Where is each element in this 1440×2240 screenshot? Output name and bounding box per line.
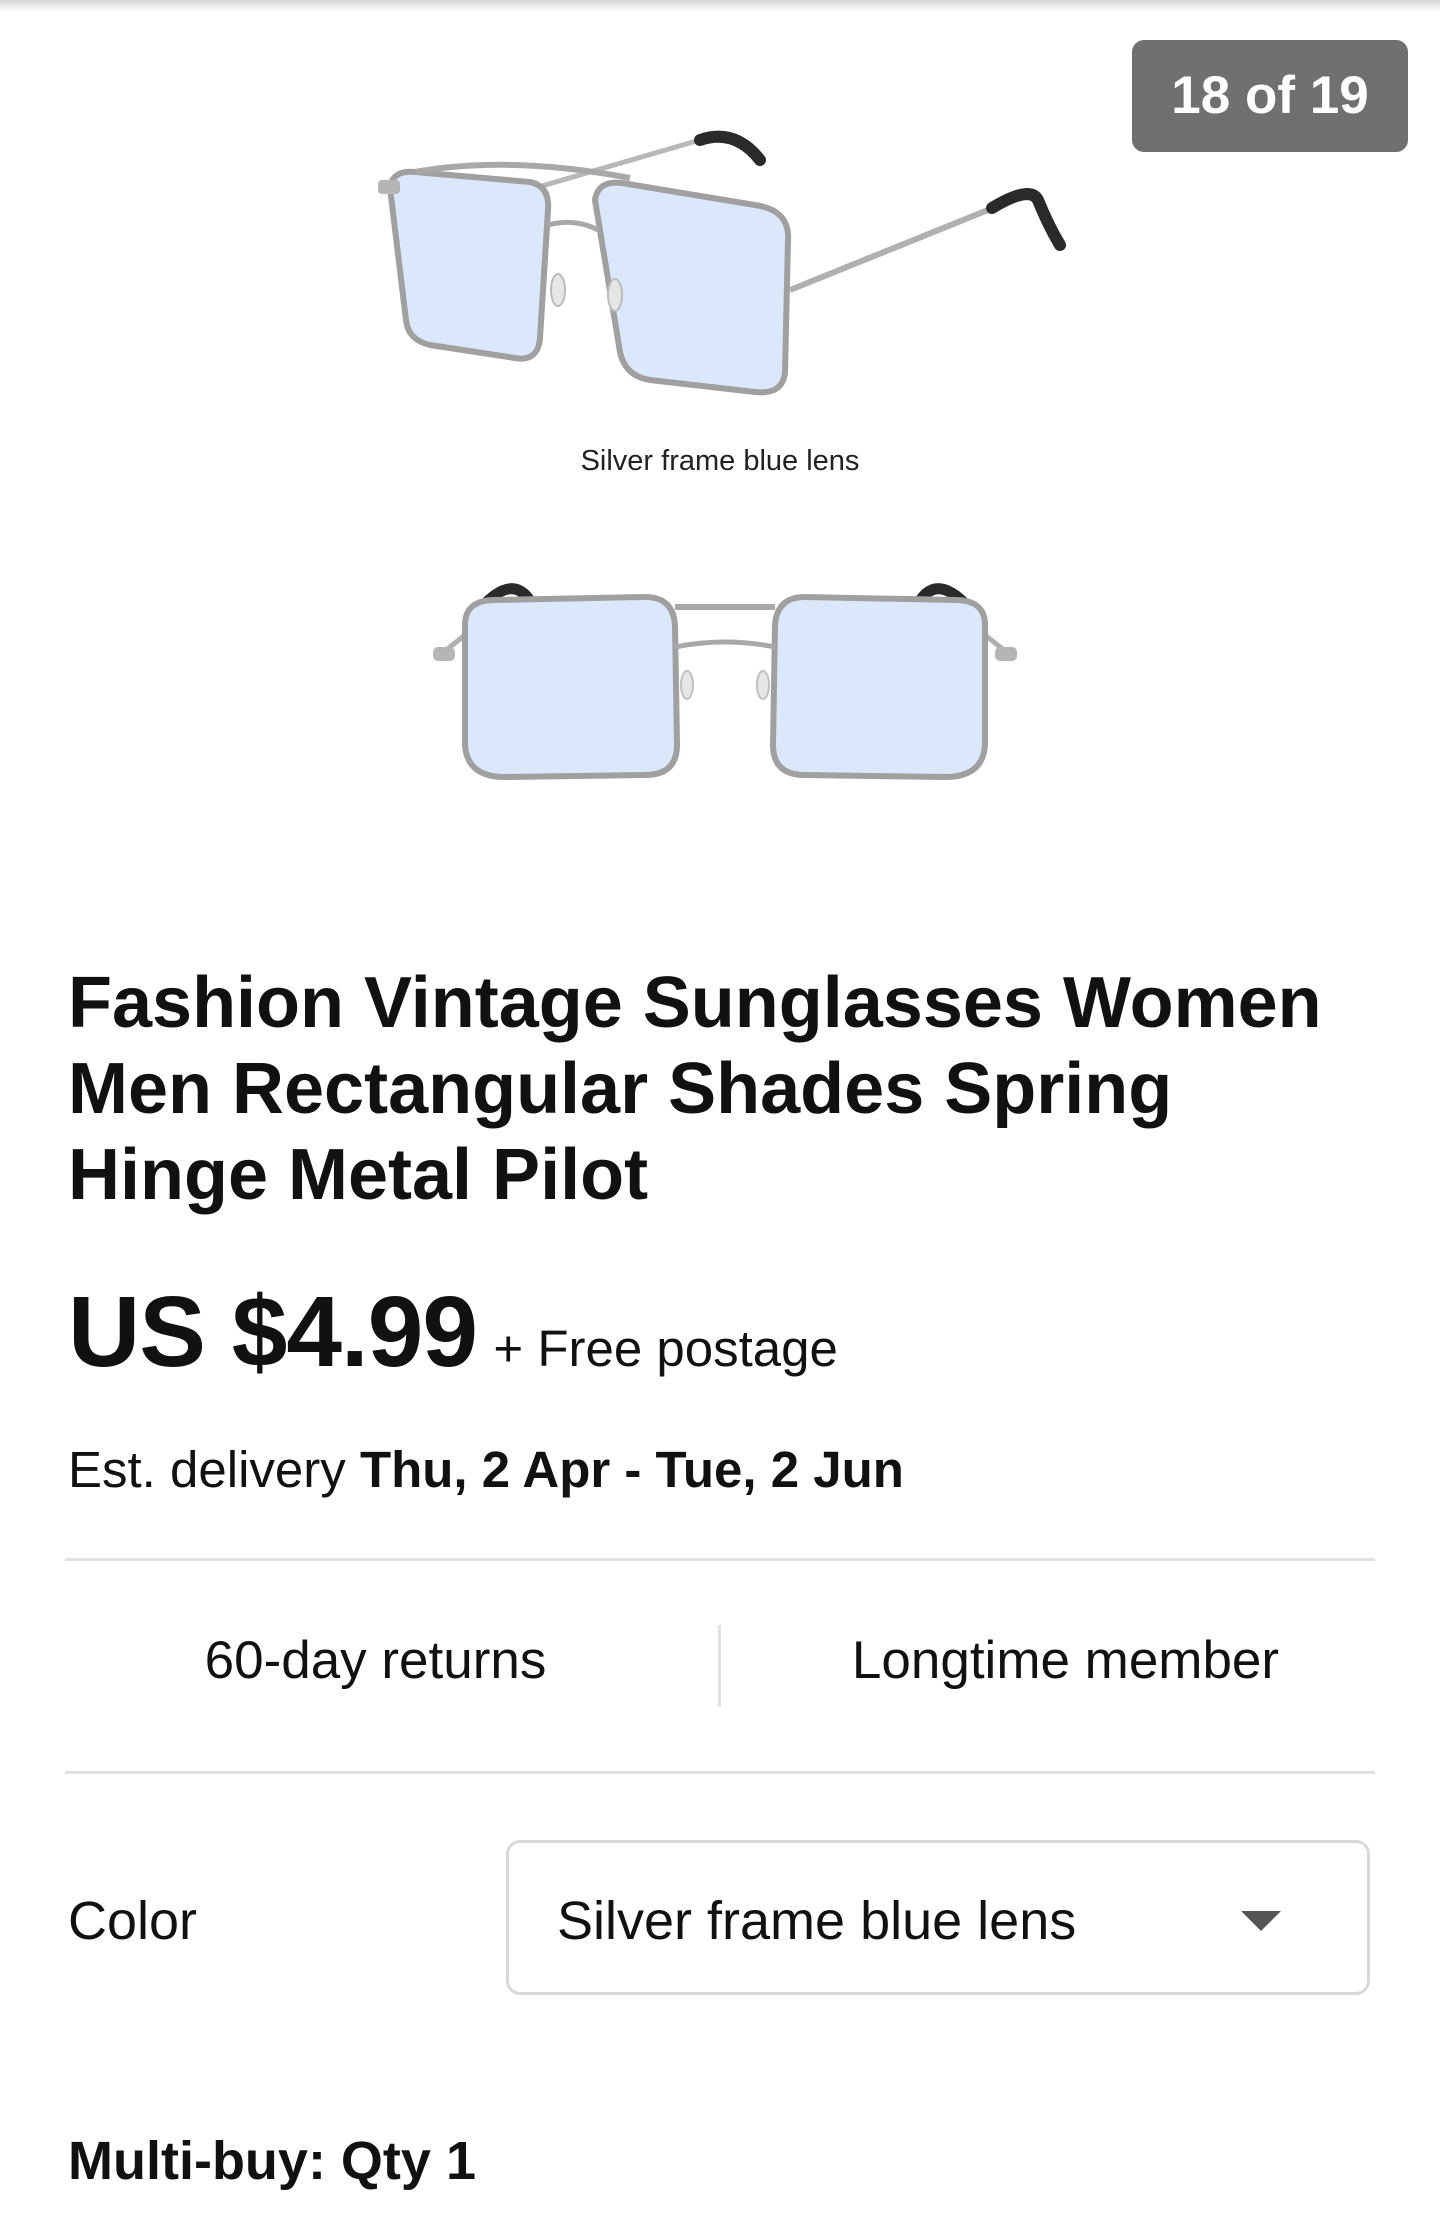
price-row: US $4.99 + Free postage — [68, 1275, 838, 1390]
image-counter-badge: 18 of 19 — [1132, 40, 1408, 152]
image-gallery[interactable]: Silver frame blue lens 18 of 19 — [0, 0, 1440, 880]
product-title: Fashion Vintage Sunglasses Women Men Rec… — [68, 963, 1322, 1215]
divider — [65, 1558, 1375, 1561]
chevron-down-icon — [1241, 1911, 1281, 1931]
image-caption: Silver frame blue lens — [580, 445, 860, 477]
sunglasses-front-image — [433, 583, 1017, 781]
sunglasses-angled-image — [378, 130, 1066, 396]
multibuy-heading: Multi-buy: Qty 1 — [68, 2131, 476, 2191]
vertical-divider — [718, 1625, 721, 1707]
postage-info: + Free postage — [493, 1320, 838, 1377]
product-price: US $4.99 — [68, 1276, 478, 1388]
delivery-dates: Thu, 2 Apr - Tue, 2 Jun — [359, 1441, 904, 1498]
divider — [65, 1771, 1375, 1774]
color-select[interactable]: Silver frame blue lens — [506, 1840, 1370, 1995]
returns-feature[interactable]: 60-day returns — [48, 1630, 703, 1691]
delivery-estimate: Est. delivery Thu, 2 Apr - Tue, 2 Jun — [68, 1440, 904, 1499]
color-select-value: Silver frame blue lens — [557, 1891, 1077, 1951]
color-label: Color — [68, 1891, 198, 1951]
seller-feature[interactable]: Longtime member — [738, 1630, 1393, 1691]
delivery-label: Est. delivery — [68, 1441, 346, 1498]
